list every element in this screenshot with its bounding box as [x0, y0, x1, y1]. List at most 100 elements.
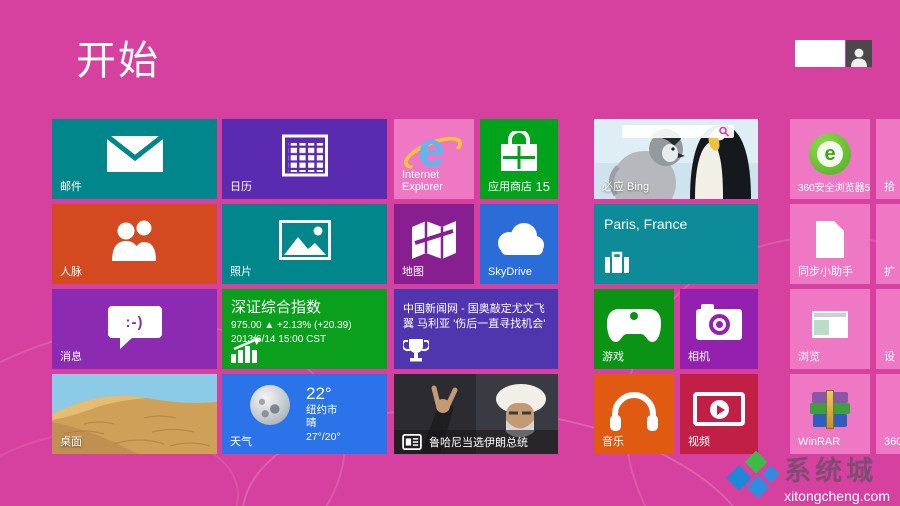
tile-mail[interactable]: 邮件	[52, 119, 217, 199]
sports-headline: 中国新闻网 - 国奥敲定尤文飞翼 马利亚 '伤后一直寻找机会'	[403, 302, 550, 332]
tile-games-label: 游戏	[602, 351, 624, 364]
photos-icon	[279, 220, 331, 260]
winrar-icon	[810, 392, 850, 427]
tile-store[interactable]: 应用商店 15	[480, 119, 558, 199]
skydrive-cloud-icon	[492, 221, 546, 257]
tile-music[interactable]: 音乐	[594, 374, 674, 454]
weather-city: 纽约市	[306, 404, 341, 418]
weather-condition: 晴	[306, 417, 341, 431]
messaging-icon: :-)	[108, 306, 162, 338]
headphones-icon	[609, 390, 659, 431]
tile-360-browser[interactable]: e 360安全浏览器5	[790, 119, 870, 199]
play-icon	[710, 400, 729, 419]
tile-viewer[interactable]: 浏览	[790, 289, 870, 369]
bar-chart-icon	[231, 337, 265, 363]
messaging-emoticon: :-)	[126, 314, 144, 331]
xitongcheng-logo	[728, 452, 778, 502]
people-icon	[107, 219, 163, 261]
360-browser-letter: e	[809, 133, 851, 175]
tile-partial-row2-label: 扩	[884, 266, 895, 279]
tile-sports[interactable]: 中国新闻网 - 国奥敲定尤文飞翼 马利亚 '伤后一直寻找机会'	[394, 289, 558, 369]
tile-winrar-label: WinRAR	[798, 436, 840, 449]
360-browser-icon: e	[809, 133, 851, 175]
watermark-site-name: 系统城	[784, 449, 877, 488]
tile-360-browser-label: 360安全浏览器5	[798, 183, 870, 195]
finance-quote: 975.00 ▲ +2.13% (+20.39)	[231, 319, 381, 333]
newspaper-icon	[402, 434, 422, 450]
moon-icon	[250, 385, 290, 425]
tile-desktop[interactable]: 桌面	[52, 374, 217, 454]
tile-people-label: 人脉	[60, 266, 82, 279]
weather-range: 27°/20°	[306, 431, 341, 445]
tile-finance[interactable]: 深证综合指数 975.00 ▲ +2.13% (+20.39) 2013/6/1…	[222, 289, 387, 369]
tile-bing[interactable]: 必应 Bing	[594, 119, 758, 199]
logo-diamond	[763, 465, 780, 482]
tile-internet-explorer-label: Internet Explorer	[402, 169, 466, 194]
tile-partial-row1[interactable]: 拾	[876, 119, 900, 199]
tile-skydrive[interactable]: SkyDrive	[480, 204, 558, 284]
tile-games[interactable]: 游戏	[594, 289, 674, 369]
tile-weather[interactable]: 22° 纽约市 晴 27°/20° 天气	[222, 374, 387, 454]
tile-sync-helper-label: 同步小助手	[798, 266, 853, 279]
tile-sync-helper[interactable]: 同步小助手	[790, 204, 870, 284]
store-bag-icon	[496, 131, 542, 177]
tile-partial-row2[interactable]: 扩	[876, 204, 900, 284]
bubble-tail	[120, 337, 133, 349]
tile-camera[interactable]: 相机	[680, 289, 758, 369]
tile-bing-label: 必应 Bing	[602, 178, 649, 194]
travel-city: Paris, France	[604, 216, 687, 232]
store-update-count: 15	[536, 179, 550, 194]
tile-weather-label: 天气	[230, 436, 252, 449]
tile-partial-row3[interactable]: 设	[876, 289, 900, 369]
calendar-icon	[282, 133, 328, 177]
tile-messaging-label: 消息	[60, 351, 82, 364]
tile-partial-row4-label: 360	[884, 436, 900, 449]
app-window-icon	[812, 311, 848, 338]
news-headline: 鲁哈尼当选伊朗总统	[429, 434, 528, 450]
video-icon	[693, 392, 745, 426]
watermark-site-url: xitongcheng.com	[784, 488, 890, 504]
tile-video-label: 视频	[688, 436, 710, 449]
game-controller-icon	[605, 306, 663, 344]
tile-winrar[interactable]: WinRAR	[790, 374, 870, 454]
tile-partial-row4[interactable]: 360	[876, 374, 900, 454]
camera-lens	[709, 314, 730, 335]
tile-store-label: 应用商店	[488, 181, 532, 194]
tile-news[interactable]: 鲁哈尼当选伊朗总统	[394, 374, 558, 454]
finance-index-name: 深证综合指数	[231, 296, 381, 317]
document-icon	[816, 221, 844, 258]
tile-photos[interactable]: 照片	[222, 204, 387, 284]
start-screen: 开始 邮件 日历 e Internet Explorer	[0, 0, 900, 506]
weather-temperature: 22°	[306, 385, 341, 404]
tile-mail-label: 邮件	[60, 181, 82, 194]
tile-calendar[interactable]: 日历	[222, 119, 387, 199]
tile-viewer-label: 浏览	[798, 351, 820, 364]
winrar-strap	[826, 390, 834, 429]
tile-maps[interactable]: 地图	[394, 204, 474, 284]
tile-maps-label: 地图	[402, 266, 424, 279]
tile-photos-label: 照片	[230, 266, 252, 279]
mail-icon	[106, 134, 164, 174]
tile-partial-row1-label: 拾	[884, 181, 895, 194]
tile-messaging[interactable]: :-) 消息	[52, 289, 217, 369]
tile-travel[interactable]: Paris, France	[594, 204, 758, 284]
tile-desktop-label: 桌面	[60, 433, 82, 449]
tile-people[interactable]: 人脉	[52, 204, 217, 284]
tile-video[interactable]: 视频	[680, 374, 758, 454]
page-title: 开始	[76, 28, 160, 86]
user-avatar[interactable]	[846, 40, 872, 67]
maps-icon	[409, 219, 459, 261]
person-icon	[850, 47, 868, 67]
user-name-box[interactable]	[795, 40, 845, 67]
weather-summary: 22° 纽约市 晴 27°/20°	[250, 385, 341, 445]
tile-internet-explorer[interactable]: e Internet Explorer	[394, 119, 474, 199]
watermark: 系统城 xitongcheng.com	[728, 449, 890, 504]
tile-camera-label: 相机	[688, 351, 710, 364]
logo-diamond	[745, 450, 768, 473]
camera-icon	[696, 309, 742, 340]
trophy-icon	[403, 338, 429, 363]
tile-partial-row3-label: 设	[884, 351, 895, 364]
news-headline-bar: 鲁哈尼当选伊朗总统	[394, 430, 558, 454]
briefcase-icon	[604, 251, 630, 274]
tile-music-label: 音乐	[602, 436, 624, 449]
